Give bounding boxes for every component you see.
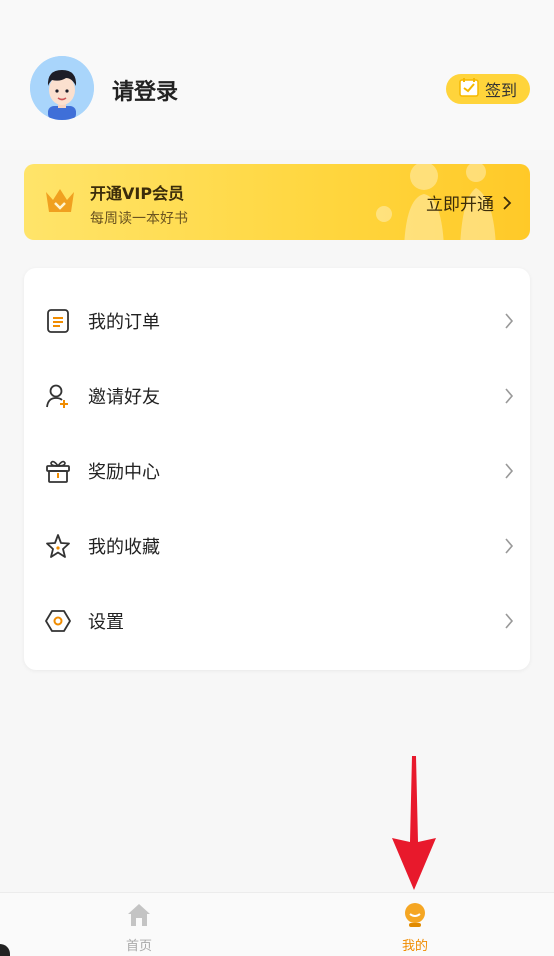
menu-item-orders[interactable]: 我的订单 [24, 283, 530, 358]
menu-item-label: 邀请好友 [88, 386, 160, 408]
home-icon [128, 904, 150, 926]
bottom-tab-bar: 首页 我的 [0, 892, 554, 956]
menu-item-invite[interactable]: 邀请好友 [24, 358, 530, 433]
chevron-right-icon [503, 195, 512, 210]
chevron-right-icon [505, 312, 514, 329]
tab-home[interactable]: 首页 [79, 893, 199, 956]
chevron-right-icon [505, 462, 514, 479]
chevron-right-icon [505, 387, 514, 404]
vip-title: 开通VIP会员 [90, 184, 185, 203]
menu-list: 我的订单 邀请好友 奖励中心 我的收藏 设置 [24, 268, 530, 670]
vip-open-button[interactable]: 立即开通 [426, 190, 512, 215]
menu-item-rewards[interactable]: 奖励中心 [24, 433, 530, 508]
annotation-arrow-icon [392, 756, 436, 890]
order-icon [44, 307, 72, 335]
menu-item-label: 我的订单 [88, 311, 160, 333]
menu-item-label: 设置 [88, 611, 124, 633]
signin-label: 签到 [484, 81, 517, 100]
menu-item-settings[interactable]: 设置 [24, 583, 530, 658]
tab-label: 首页 [125, 939, 152, 954]
crown-icon [46, 189, 74, 212]
login-prompt[interactable]: 请登录 [112, 74, 178, 106]
signin-button[interactable]: 签到 [446, 74, 530, 104]
invite-friend-icon [44, 382, 72, 410]
vip-subtitle: 每周读一本好书 [90, 211, 188, 227]
star-icon [44, 532, 72, 560]
settings-icon [44, 607, 72, 635]
chevron-right-icon [505, 612, 514, 629]
calendar-check-icon [459, 77, 479, 101]
chevron-right-icon [505, 537, 514, 554]
menu-item-label: 我的收藏 [88, 536, 160, 558]
profile-header: 请登录 签到 [0, 0, 554, 150]
vip-cta-label: 立即开通 [426, 195, 494, 215]
menu-item-label: 奖励中心 [88, 461, 160, 483]
menu-item-favorites[interactable]: 我的收藏 [24, 508, 530, 583]
mine-icon [405, 903, 425, 927]
tab-mine[interactable]: 我的 [355, 893, 475, 956]
gift-icon [44, 457, 72, 485]
avatar[interactable] [30, 56, 94, 120]
vip-banner[interactable]: 开通VIP会员 每周读一本好书 立即开通 [24, 164, 530, 240]
tab-label: 我的 [401, 939, 428, 954]
